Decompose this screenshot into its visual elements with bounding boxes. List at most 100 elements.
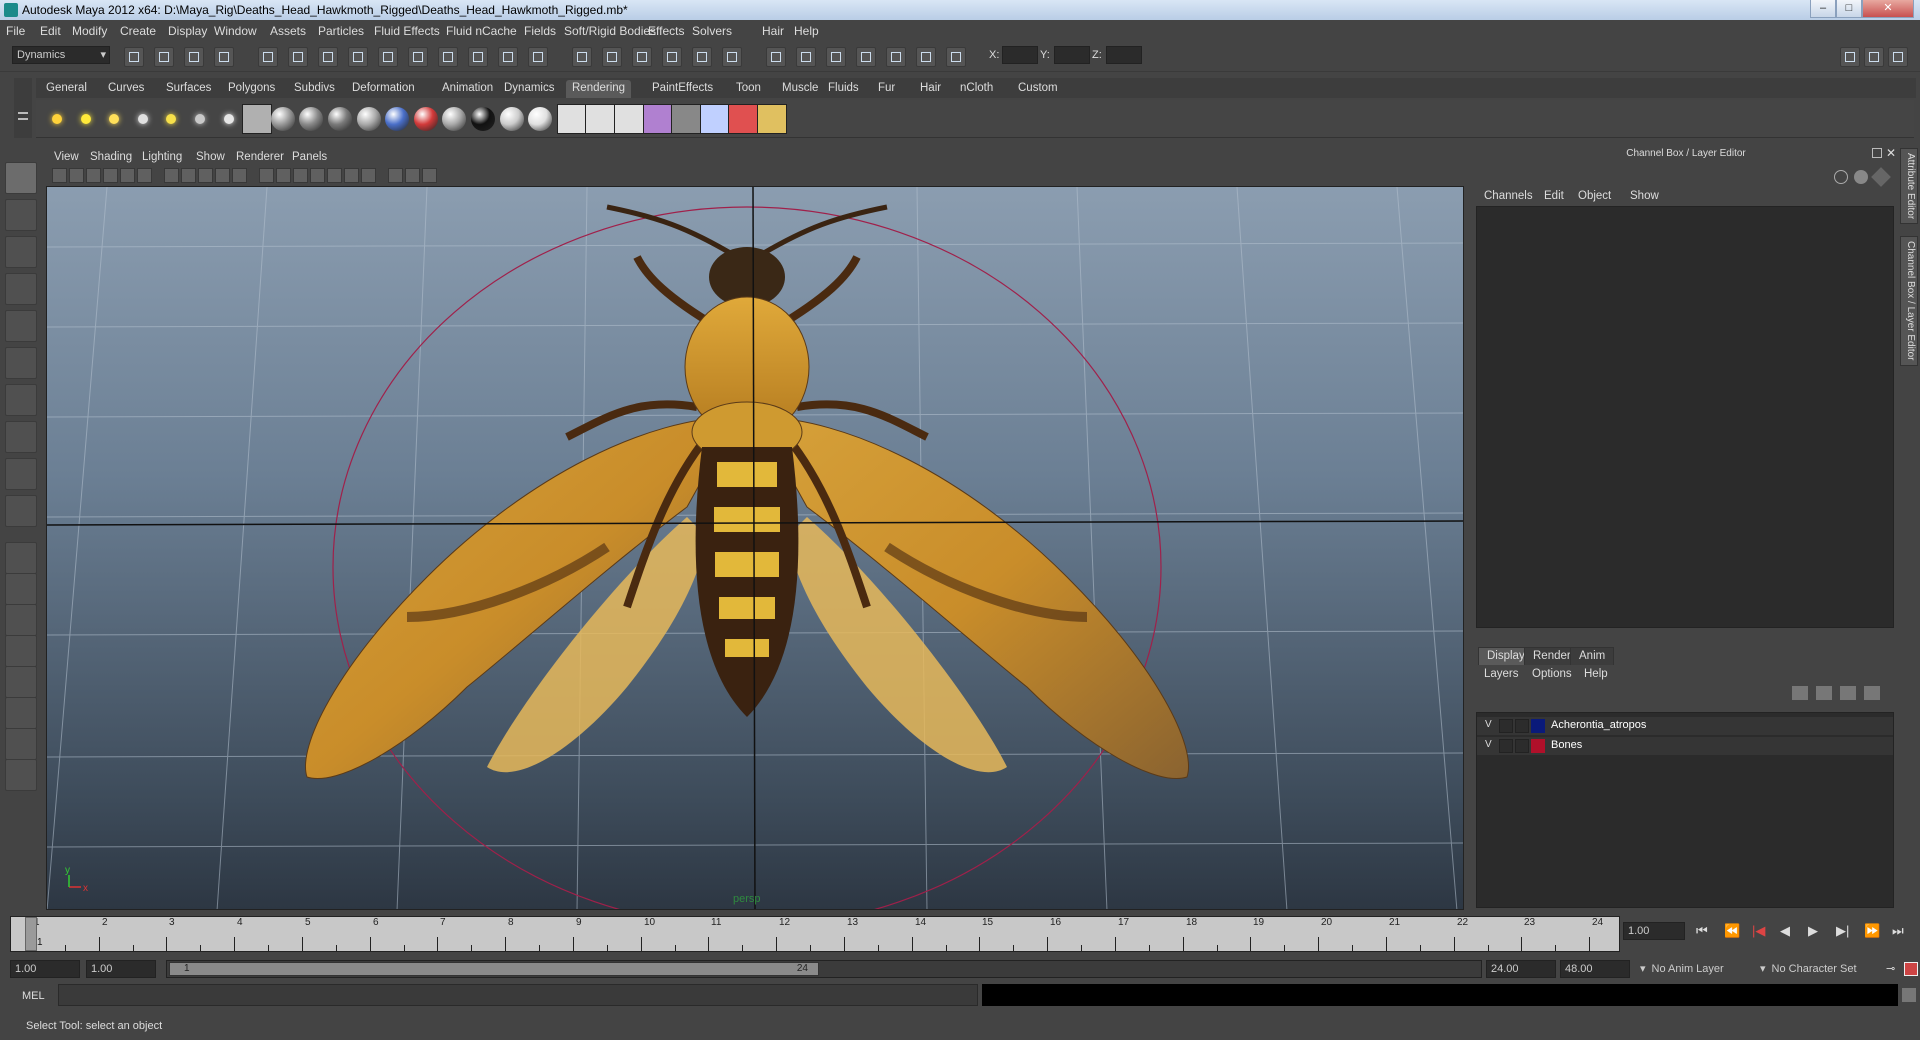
layer-tab-anim[interactable]: Anim — [1570, 647, 1615, 665]
menu-display[interactable]: Display — [168, 24, 207, 38]
remove-from-layer-icon[interactable] — [1864, 686, 1880, 700]
start-time-field[interactable]: 1.00 — [10, 960, 80, 978]
volume-light-icon[interactable] — [185, 104, 215, 134]
render-current-icon[interactable] — [886, 47, 906, 67]
last-tool-icon[interactable] — [5, 495, 37, 527]
snap-point-icon[interactable] — [692, 47, 712, 67]
select-object-icon[interactable] — [258, 47, 278, 67]
character-set-dropdown[interactable]: ▾ No Character Set — [1756, 960, 1886, 978]
rotate-tool-icon[interactable] — [5, 310, 37, 342]
isolate-select-icon[interactable] — [388, 168, 403, 183]
range-slider[interactable]: 1 24 — [166, 960, 1482, 978]
attr-editor-toggle-icon[interactable] — [1854, 170, 1868, 184]
viewport-menu-renderer[interactable]: Renderer — [236, 151, 284, 163]
snap-curve-icon[interactable] — [662, 47, 682, 67]
layer-row[interactable]: V Bones — [1477, 737, 1893, 755]
quick-layout-icon[interactable] — [5, 759, 37, 791]
side-tab-channel-box-layer-editor[interactable]: Channel Box / Layer Editor — [1900, 236, 1918, 366]
universal-manip-tool-icon[interactable] — [5, 384, 37, 416]
ambient-light-icon[interactable] — [42, 104, 72, 134]
point-light-icon[interactable] — [99, 104, 129, 134]
layer-color-swatch[interactable] — [1531, 739, 1545, 753]
select-by-handle-icon[interactable] — [318, 47, 338, 67]
bookmarks-icon[interactable] — [86, 168, 101, 183]
menu-fields[interactable]: Fields — [524, 24, 556, 38]
render-layers-icon[interactable] — [671, 104, 702, 134]
current-frame-field[interactable]: 1.00 — [1623, 922, 1685, 940]
menu-fluid-ncache[interactable]: Fluid nCache — [446, 24, 517, 38]
select-camera-icon[interactable] — [52, 168, 67, 183]
layer-template-toggle[interactable] — [1499, 719, 1513, 733]
close-panel-icon[interactable]: ✕ — [1886, 146, 1896, 160]
viewport-menu-lighting[interactable]: Lighting — [142, 151, 182, 163]
shadows-icon[interactable] — [344, 168, 359, 183]
shelf-tab-custom[interactable]: Custom — [1012, 80, 1064, 98]
select-by-surface-icon[interactable] — [408, 47, 428, 67]
menu-modify[interactable]: Modify — [72, 24, 107, 38]
safe-action-icon[interactable] — [215, 168, 230, 183]
select-by-joint-icon[interactable] — [348, 47, 368, 67]
snap-view-plane-icon[interactable] — [722, 47, 742, 67]
select-hierarchy-icon[interactable] — [214, 47, 234, 67]
layer-visibility-toggle[interactable]: V — [1485, 719, 1492, 730]
lock-selection-icon[interactable] — [572, 47, 592, 67]
playback-end-field[interactable]: 24.00 — [1486, 960, 1556, 978]
shelf-tab-toon[interactable]: Toon — [730, 80, 767, 98]
channel-menu-object[interactable]: Object — [1578, 190, 1611, 202]
scale-tool-icon[interactable] — [5, 347, 37, 379]
playback-start-field[interactable]: 1.00 — [86, 960, 156, 978]
shading-map-icon[interactable] — [499, 107, 524, 131]
ramp-shader-icon[interactable] — [413, 107, 438, 131]
input-ops-icon[interactable] — [796, 47, 816, 67]
xray-icon[interactable] — [361, 168, 376, 183]
mental-ray-icon[interactable] — [699, 104, 730, 134]
layer-menu-options[interactable]: Options — [1532, 668, 1572, 680]
paint-select-tool-icon[interactable] — [5, 236, 37, 268]
shelf-tab-polygons[interactable]: Polygons — [222, 80, 281, 98]
menu-file[interactable]: File — [6, 24, 25, 38]
menu-fluid-effects[interactable]: Fluid Effects — [374, 24, 440, 38]
render-view-icon[interactable] — [556, 104, 587, 134]
field-chart-icon[interactable] — [198, 168, 213, 183]
menu-window[interactable]: Window — [214, 24, 257, 38]
select-by-dynamic-icon[interactable] — [468, 47, 488, 67]
command-input[interactable] — [58, 984, 978, 1006]
menu-create[interactable]: Create — [120, 24, 156, 38]
highlight-icon[interactable] — [405, 168, 420, 183]
moth-body[interactable] — [684, 247, 810, 717]
spot-light-icon[interactable] — [128, 104, 158, 134]
persp-viewport[interactable]: x y persp — [46, 186, 1464, 910]
menu-edit[interactable]: Edit — [40, 24, 61, 38]
layer-menu-layers[interactable]: Layers — [1484, 668, 1519, 680]
viewport-menu-shading[interactable]: Shading — [90, 151, 132, 163]
menu-set-dropdown[interactable]: Dynamics ▾ — [12, 46, 110, 64]
step-back-frame-icon[interactable]: |◀ — [1752, 923, 1765, 939]
layer-menu-help[interactable]: Help — [1584, 668, 1608, 680]
shelf-tab-painteffects[interactable]: PaintEffects — [646, 80, 719, 98]
select-by-misc-icon[interactable] — [528, 47, 548, 67]
persp-outliner-layout-icon[interactable] — [5, 604, 37, 636]
move-tool-icon[interactable] — [5, 273, 37, 305]
render-globals-icon[interactable] — [614, 104, 644, 134]
show-manipulator-tool-icon[interactable] — [5, 458, 37, 490]
shelf-tab-fur[interactable]: Fur — [872, 80, 901, 98]
directional-light-icon[interactable] — [71, 104, 101, 134]
shelf-tab-subdivs[interactable]: Subdivs — [288, 80, 341, 98]
viewport-menu-show[interactable]: Show — [196, 151, 225, 163]
shelf-tab-general[interactable]: General — [40, 80, 93, 98]
shelf-tab-surfaces[interactable]: Surfaces — [160, 80, 217, 98]
camera-attributes-icon[interactable] — [69, 168, 84, 183]
four-view-layout-icon[interactable] — [5, 573, 37, 605]
resolution-gate-icon[interactable] — [164, 168, 179, 183]
gate-mask-icon[interactable] — [181, 168, 196, 183]
safe-title-icon[interactable] — [232, 168, 247, 183]
key-icon[interactable]: ⊸ — [1886, 962, 1900, 976]
textured-icon[interactable] — [310, 168, 325, 183]
menu-solvers[interactable]: Solvers — [692, 24, 732, 38]
layer-color-swatch[interactable] — [1531, 719, 1545, 733]
shelf-tab-deformation[interactable]: Deformation — [346, 80, 421, 98]
channel-box-area[interactable] — [1476, 206, 1894, 628]
channel-box-toggle-icon[interactable] — [1834, 170, 1848, 184]
xray-joints-icon[interactable] — [422, 168, 437, 183]
menu-effects[interactable]: Effects — [648, 24, 684, 38]
